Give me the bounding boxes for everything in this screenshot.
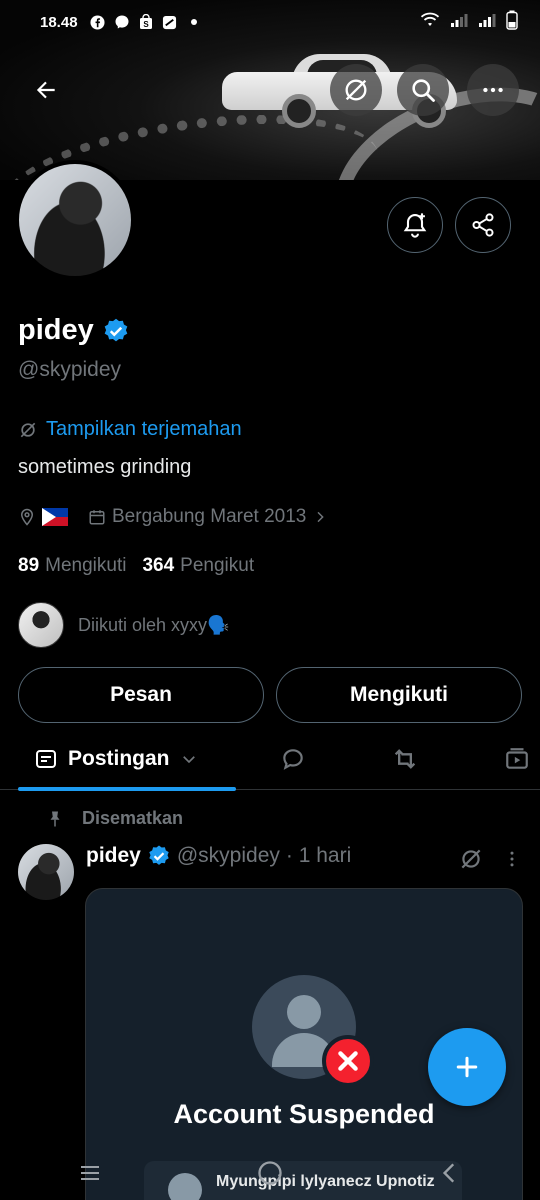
system-icons [420, 10, 518, 34]
translate-bio-label: Tampilkan terjemahan [46, 418, 242, 440]
tab-posts[interactable]: Postingan [18, 728, 236, 791]
post-time: · 1 hari [285, 844, 352, 867]
followers-label[interactable]: Pengikut [180, 555, 254, 577]
posts-icon [36, 750, 56, 768]
post-more-button[interactable] [502, 846, 522, 877]
profile-name: pidey [18, 314, 94, 346]
chevron-down-icon [182, 756, 195, 764]
followed-by-row[interactable]: Diikuti oleh xyxy🗣️ [18, 602, 229, 648]
home-button[interactable] [250, 1153, 290, 1193]
menu-icon [81, 1166, 99, 1180]
post-author-avatar[interactable] [18, 844, 74, 900]
translate-icon [461, 849, 481, 869]
more-horizontal-icon [483, 87, 503, 93]
share-button[interactable] [455, 197, 511, 253]
search-button[interactable] [397, 64, 449, 116]
plus-icon [456, 1056, 478, 1078]
status-time: 18.48 [40, 13, 78, 31]
app-icon [162, 14, 178, 30]
chevron-right-icon[interactable] [312, 509, 328, 525]
recent-apps-button[interactable] [70, 1153, 110, 1193]
following-count[interactable]: 89 [18, 555, 39, 577]
follow-stats: 89 Mengikuti 364 Pengikut [18, 555, 264, 577]
profile-bio: sometimes grinding [18, 456, 192, 478]
more-options-button[interactable] [467, 64, 519, 116]
profile-tabs: Postingan [0, 728, 540, 791]
repost-icon [394, 749, 416, 769]
compose-post-button[interactable] [428, 1028, 506, 1106]
post-header: pidey @skypidey · 1 hari [86, 844, 351, 868]
tab-reposts[interactable] [388, 742, 422, 776]
tab-media[interactable] [500, 742, 534, 776]
battery-icon [506, 10, 518, 34]
svg-text:S: S [143, 20, 149, 29]
home-circle-icon [258, 1161, 282, 1185]
location-pin-icon [20, 508, 34, 526]
chevron-left-icon [442, 1163, 455, 1183]
shopee-icon: S [138, 14, 154, 30]
dot-icon [186, 14, 202, 30]
notifications-button[interactable] [387, 197, 443, 253]
signal-icon [478, 12, 496, 32]
post-author-handle[interactable]: @skypidey [177, 844, 280, 868]
system-navigation-bar [0, 1146, 540, 1200]
post-translate-button[interactable] [458, 846, 484, 877]
signal-icon [450, 12, 468, 32]
bell-plus-icon [403, 213, 427, 238]
notification-icons: S [90, 14, 202, 30]
translate-bio-link[interactable]: Tampilkan terjemahan [18, 418, 242, 441]
message-button[interactable]: Pesan [18, 667, 264, 723]
verified-badge-icon [149, 845, 169, 865]
back-button[interactable] [20, 64, 72, 116]
profile-avatar[interactable] [15, 160, 135, 280]
follower-avatar [18, 602, 64, 648]
calendar-icon [89, 510, 105, 525]
joined-date: Bergabung Maret 2013 [112, 506, 307, 527]
messenger-icon [114, 14, 130, 30]
system-back-button[interactable] [430, 1153, 470, 1193]
profile-handle: @skypidey [18, 358, 122, 381]
following-button[interactable]: Mengikuti [276, 667, 522, 723]
arrow-left-icon [36, 81, 55, 99]
facebook-icon [90, 14, 106, 30]
pin-icon [50, 811, 60, 826]
post-author-name[interactable]: pidey [86, 844, 141, 868]
pinned-label-row: Disematkan [46, 808, 183, 829]
wifi-icon [420, 12, 440, 32]
tab-posts-label: Postingan [68, 747, 170, 770]
video-icon [506, 748, 528, 769]
error-x-icon [322, 1035, 374, 1087]
reply-icon [283, 749, 303, 770]
profile-name-row: pidey [18, 314, 130, 347]
tab-replies[interactable] [276, 742, 310, 776]
following-label[interactable]: Mengikuti [45, 555, 126, 577]
translate-icon [345, 79, 367, 101]
translate-button[interactable] [330, 64, 382, 116]
pinned-label: Disematkan [82, 808, 184, 828]
more-vertical-icon [510, 851, 514, 867]
verified-badge-icon [104, 318, 128, 341]
philippines-flag-icon [42, 508, 68, 526]
status-bar: 18.48 S [0, 0, 540, 44]
followers-count[interactable]: 364 [142, 555, 174, 577]
share-icon [472, 213, 494, 237]
translate-icon [20, 422, 36, 437]
search-icon [412, 79, 435, 102]
followed-by-text: Diikuti oleh xyxy🗣️ [78, 614, 230, 635]
profile-meta: Bergabung Maret 2013 [18, 506, 328, 528]
